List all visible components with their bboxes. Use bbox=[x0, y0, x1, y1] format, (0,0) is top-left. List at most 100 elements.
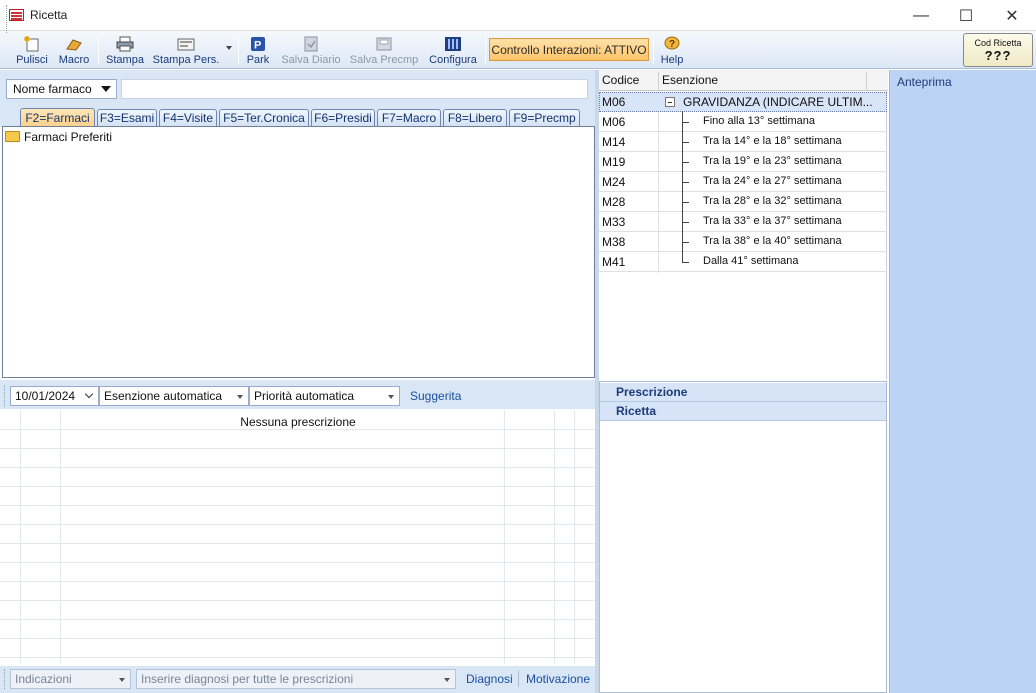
grid-column-line bbox=[554, 410, 555, 664]
exemption-description: Tra la 19° e la 23° settimana bbox=[703, 155, 842, 167]
tab-presidi[interactable]: F6=Presidi bbox=[311, 109, 375, 126]
controllo-interazioni-button[interactable]: Controllo Interazioni: ATTIVO bbox=[489, 38, 649, 61]
exemption-code: M28 bbox=[602, 195, 626, 209]
title-bar bbox=[0, 0, 1036, 31]
tab-esami[interactable]: F3=Esami bbox=[97, 109, 157, 126]
date-value: 10/01/2024 bbox=[15, 389, 76, 403]
tab-visite[interactable]: F4=Visite bbox=[159, 109, 217, 126]
prescription-detail-panel bbox=[599, 381, 887, 693]
exemption-code: M33 bbox=[602, 215, 626, 229]
grid-line bbox=[0, 638, 596, 639]
grid-line bbox=[0, 600, 596, 601]
column-header-codice[interactable]: Codice bbox=[602, 73, 639, 87]
section-ricetta[interactable]: Ricetta bbox=[600, 402, 886, 421]
pulisci-button[interactable]: Pulisci bbox=[14, 33, 50, 67]
toolbar-separator bbox=[653, 36, 654, 64]
tree-connector bbox=[682, 142, 689, 143]
close-button[interactable]: ✕ bbox=[989, 0, 1035, 31]
dropdown-arrow-icon bbox=[237, 395, 243, 399]
stampa-button[interactable]: Stampa bbox=[104, 33, 146, 67]
stampa-pers-dropdown-icon[interactable] bbox=[226, 46, 232, 50]
app-icon bbox=[9, 9, 24, 21]
svg-text:P: P bbox=[254, 40, 261, 52]
empty-grid-message: Nessuna prescrizione bbox=[240, 415, 356, 429]
tree-connector bbox=[682, 111, 683, 262]
toolbar-grip[interactable] bbox=[4, 669, 7, 689]
date-picker[interactable]: 10/01/2024 bbox=[10, 386, 99, 406]
search-mode-label: Nome farmaco bbox=[13, 82, 92, 96]
folder-icon bbox=[5, 131, 20, 142]
parking-icon: P bbox=[249, 36, 267, 52]
priorita-select[interactable]: Priorità automatica bbox=[249, 386, 400, 406]
minimize-button[interactable]: — bbox=[898, 0, 944, 31]
chevron-down-icon bbox=[84, 389, 94, 399]
svg-text:?: ? bbox=[669, 39, 675, 50]
grid-line bbox=[0, 562, 596, 563]
search-mode-dropdown[interactable]: Nome farmaco bbox=[6, 79, 117, 99]
grid-column-line bbox=[574, 410, 575, 664]
tree-connector bbox=[682, 222, 689, 223]
exemption-header bbox=[599, 70, 888, 91]
grid-line bbox=[0, 619, 596, 620]
exemption-description: Tra la 33° e la 37° settimana bbox=[703, 215, 842, 227]
tree-connector bbox=[682, 182, 689, 183]
diagnosi-input[interactable]: Inserire diagnosi per tutte le prescrizi… bbox=[136, 669, 456, 689]
tab-macro[interactable]: F7=Macro bbox=[377, 109, 441, 126]
indicazioni-select[interactable]: Indicazioni bbox=[10, 669, 131, 689]
help-icon: ? bbox=[663, 36, 681, 52]
toolbar-grip[interactable] bbox=[6, 5, 9, 33]
collapse-icon[interactable] bbox=[665, 97, 675, 107]
salva-diario-button[interactable]: Salva Diario bbox=[279, 33, 343, 67]
dropdown-arrow-icon bbox=[119, 678, 125, 682]
toolbar-separator bbox=[485, 36, 486, 64]
cod-ricetta-value: ??? bbox=[984, 47, 1012, 63]
section-prescrizione[interactable]: Prescrizione bbox=[600, 383, 886, 402]
exemption-description: Tra la 14° e la 18° settimana bbox=[703, 135, 842, 147]
macro-icon bbox=[65, 36, 83, 52]
preview-panel bbox=[889, 70, 1036, 693]
suggerita-link[interactable]: Suggerita bbox=[410, 389, 461, 403]
grid-column-line bbox=[504, 410, 505, 664]
tab-ter-cronica[interactable]: F5=Ter.Cronica bbox=[219, 109, 309, 126]
header-divider bbox=[658, 72, 659, 90]
tree-connector bbox=[682, 202, 689, 203]
exemption-description: GRAVIDANZA (INDICARE ULTIM... bbox=[683, 95, 873, 109]
toolbar-separator bbox=[238, 36, 239, 64]
configure-icon bbox=[444, 36, 462, 52]
header-divider bbox=[866, 72, 867, 90]
search-input[interactable] bbox=[121, 79, 588, 99]
esenzione-select[interactable]: Esenzione automatica bbox=[99, 386, 249, 406]
stampa-pers-button[interactable]: Stampa Pers. bbox=[151, 33, 221, 67]
grid-line bbox=[0, 543, 596, 544]
maximize-button[interactable]: ☐ bbox=[943, 0, 989, 31]
configura-button[interactable]: Configura bbox=[425, 33, 481, 67]
grid-line bbox=[0, 448, 596, 449]
cod-ricetta-box[interactable]: Cod Ricetta ??? bbox=[963, 33, 1033, 67]
new-document-icon bbox=[23, 36, 41, 52]
link-separator bbox=[518, 671, 519, 687]
help-button[interactable]: ? Help bbox=[657, 33, 687, 67]
toolbar-grip[interactable] bbox=[4, 385, 7, 407]
motivazione-link[interactable]: Motivazione bbox=[526, 672, 590, 686]
save-diary-icon bbox=[302, 36, 320, 52]
tab-libero[interactable]: F8=Libero bbox=[443, 109, 507, 126]
diagnosi-placeholder: Inserire diagnosi per tutte le prescrizi… bbox=[141, 672, 354, 686]
tree-root-item[interactable]: Farmaci Preferiti bbox=[24, 130, 112, 144]
exemption-code: M24 bbox=[602, 175, 626, 189]
exemption-description: Tra la 24° e la 27° settimana bbox=[703, 175, 842, 187]
exemption-description: Tra la 28° e la 32° settimana bbox=[703, 195, 842, 207]
diagnosi-link[interactable]: Diagnosi bbox=[466, 672, 513, 686]
print-custom-icon bbox=[177, 36, 195, 52]
macro-button[interactable]: Macro bbox=[56, 33, 92, 67]
cod-ricetta-label: Cod Ricetta bbox=[974, 37, 1022, 48]
tab-precmp[interactable]: F9=Precmp bbox=[509, 109, 580, 126]
chevron-down-icon bbox=[101, 86, 111, 92]
salva-precmp-button[interactable]: Salva Precmp bbox=[349, 33, 419, 67]
column-header-esenzione[interactable]: Esenzione bbox=[662, 73, 718, 87]
tab-farmaci[interactable]: F2=Farmaci bbox=[20, 108, 95, 127]
toolbar-separator bbox=[98, 36, 99, 64]
grid-line bbox=[0, 505, 596, 506]
save-precompiled-icon bbox=[375, 36, 393, 52]
grid-line bbox=[0, 467, 596, 468]
park-button[interactable]: P Park bbox=[244, 33, 272, 67]
